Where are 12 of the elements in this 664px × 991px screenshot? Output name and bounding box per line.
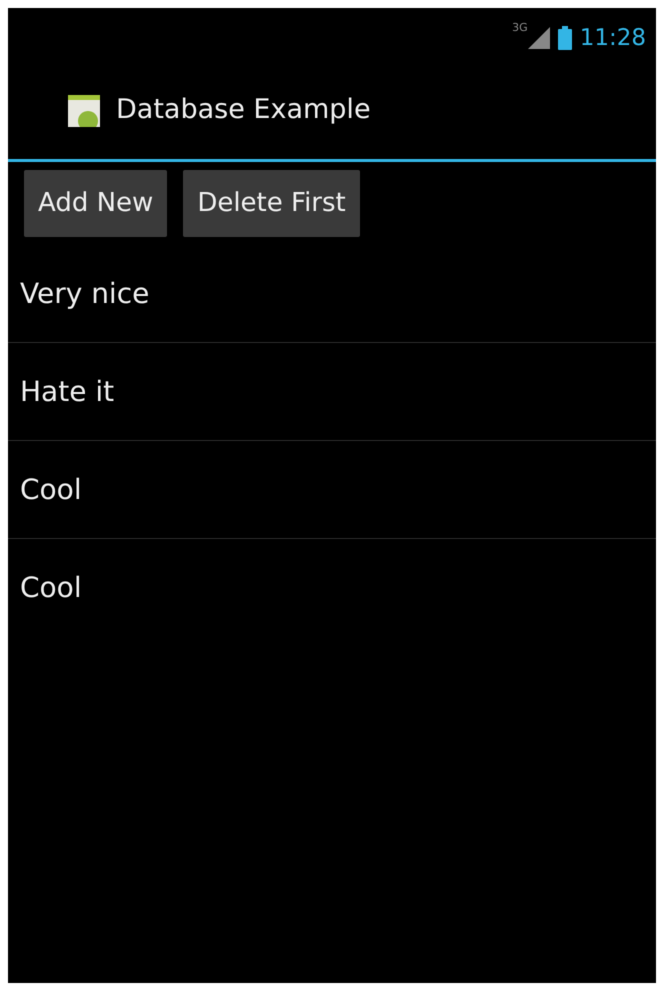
list-item[interactable]: Very nice <box>20 272 150 314</box>
app-title: Database Example <box>116 93 371 128</box>
battery-icon <box>558 26 572 50</box>
app-icon <box>68 94 100 126</box>
clock-time: 11:28 <box>580 24 646 53</box>
list-item[interactable]: Cool <box>20 567 82 609</box>
action-button[interactable]: Delete First <box>183 170 360 237</box>
list-item[interactable]: Cool <box>20 468 82 510</box>
list-item[interactable]: Hate it <box>20 370 114 412</box>
signal-icon <box>528 27 550 49</box>
network-label: 3G <box>512 20 528 36</box>
action-button[interactable]: Add New <box>24 170 168 237</box>
